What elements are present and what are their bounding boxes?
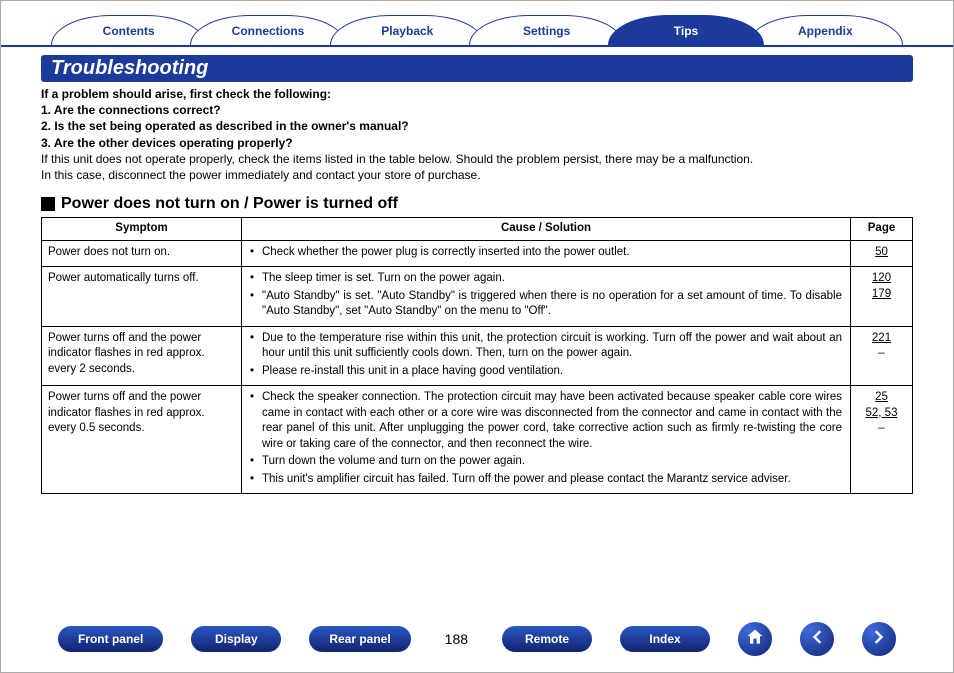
top-tab-bar: Contents Connections Playback Settings T… <box>1 1 953 47</box>
symptom-cell: Power turns off and the power indicator … <box>42 386 242 494</box>
section-title-bar: Troubleshooting <box>41 55 913 82</box>
button-label: Rear panel <box>329 632 390 646</box>
page-link[interactable]: 179 <box>857 287 906 303</box>
col-header-cause: Cause / Solution <box>242 218 851 241</box>
intro-check-2: 2. Is the set being operated as describe… <box>41 118 913 134</box>
cause-text: Check the speaker connection. The protec… <box>262 390 842 452</box>
cause-bullet: •Please re-install this unit in a place … <box>250 364 842 380</box>
cause-cell: •The sleep timer is set. Turn on the pow… <box>242 267 851 327</box>
table-row: Power turns off and the power indicator … <box>42 386 913 494</box>
tab-label: Appendix <box>798 24 853 38</box>
symptom-cell: Power turns off and the power indicator … <box>42 326 242 386</box>
cause-cell: •Check whether the power plug is correct… <box>242 240 851 267</box>
cause-text: Due to the temperature rise within this … <box>262 331 842 362</box>
cause-bullet: •Due to the temperature rise within this… <box>250 331 842 362</box>
tab-label: Contents <box>103 24 155 38</box>
page-cell: 2552, 53– <box>851 386 913 494</box>
intro-check-1: 1. Are the connections correct? <box>41 102 913 118</box>
cause-text: "Auto Standby" is set. "Auto Standby" is… <box>262 289 842 320</box>
troubleshooting-table: Symptom Cause / Solution Page Power does… <box>41 217 913 494</box>
page-number: 188 <box>439 631 474 647</box>
intro-para-2: In this case, disconnect the power immed… <box>41 167 913 183</box>
button-label: Remote <box>525 632 569 646</box>
page-link[interactable]: 120 <box>857 271 906 287</box>
cause-cell: •Due to the temperature rise within this… <box>242 326 851 386</box>
section-title: Troubleshooting <box>51 57 208 79</box>
symptom-cell: Power does not turn on. <box>42 240 242 267</box>
symptom-cell: Power automatically turns off. <box>42 267 242 327</box>
cause-cell: •Check the speaker connection. The prote… <box>242 386 851 494</box>
home-button[interactable] <box>738 622 772 656</box>
bullet-dot-icon: • <box>250 454 258 470</box>
rear-panel-button[interactable]: Rear panel <box>309 626 410 652</box>
tab-contents[interactable]: Contents <box>51 15 206 45</box>
tab-label: Settings <box>523 24 570 38</box>
prev-page-button[interactable] <box>800 622 834 656</box>
home-icon <box>745 627 765 652</box>
square-bullet-icon <box>41 197 55 211</box>
col-header-symptom: Symptom <box>42 218 242 241</box>
col-header-page: Page <box>851 218 913 241</box>
tab-label: Tips <box>674 24 698 38</box>
front-panel-button[interactable]: Front panel <box>58 626 163 652</box>
intro-para-1: If this unit does not operate properly, … <box>41 151 913 167</box>
tab-connections[interactable]: Connections <box>190 15 345 45</box>
page-cell: 120179 <box>851 267 913 327</box>
bullet-dot-icon: • <box>250 390 258 452</box>
cause-bullet: •This unit's amplifier circuit has faile… <box>250 472 842 488</box>
button-label: Front panel <box>78 632 143 646</box>
tab-tips[interactable]: Tips <box>608 15 763 45</box>
table-row: Power turns off and the power indicator … <box>42 326 913 386</box>
page-dash: – <box>857 421 906 437</box>
page-link[interactable]: 52, 53 <box>857 406 906 422</box>
cause-bullet: •The sleep timer is set. Turn on the pow… <box>250 271 842 287</box>
cause-bullet: •Check whether the power plug is correct… <box>250 245 842 261</box>
bullet-dot-icon: • <box>250 289 258 320</box>
arrow-left-icon <box>807 627 827 652</box>
table-header-row: Symptom Cause / Solution Page <box>42 218 913 241</box>
page-cell: 50 <box>851 240 913 267</box>
bullet-dot-icon: • <box>250 245 258 261</box>
subheading: Power does not turn on / Power is turned… <box>41 195 913 213</box>
tab-playback[interactable]: Playback <box>330 15 485 45</box>
cause-bullet: •Turn down the volume and turn on the po… <box>250 454 842 470</box>
cause-bullet: •Check the speaker connection. The prote… <box>250 390 842 452</box>
cause-text: Check whether the power plug is correctl… <box>262 245 630 261</box>
display-button[interactable]: Display <box>191 626 281 652</box>
intro-lead: If a problem should arise, first check t… <box>41 86 913 102</box>
table-row: Power does not turn on. •Check whether th… <box>42 240 913 267</box>
page-link[interactable]: 50 <box>857 245 906 261</box>
button-label: Index <box>649 632 680 646</box>
intro-block: If a problem should arise, first check t… <box>41 86 913 183</box>
remote-button[interactable]: Remote <box>502 626 592 652</box>
tab-label: Playback <box>381 24 433 38</box>
page-link[interactable]: 25 <box>857 390 906 406</box>
arrow-right-icon <box>869 627 889 652</box>
page-dash: – <box>857 346 906 362</box>
cause-text: Turn down the volume and turn on the pow… <box>262 454 525 470</box>
cause-text: Please re-install this unit in a place h… <box>262 364 563 380</box>
tab-appendix[interactable]: Appendix <box>748 15 903 45</box>
page-link[interactable]: 221 <box>857 331 906 347</box>
bullet-dot-icon: • <box>250 364 258 380</box>
bullet-dot-icon: • <box>250 271 258 287</box>
bullet-dot-icon: • <box>250 472 258 488</box>
subheading-text: Power does not turn on / Power is turned… <box>61 195 398 213</box>
cause-bullet: •"Auto Standby" is set. "Auto Standby" i… <box>250 289 842 320</box>
intro-check-3: 3. Are the other devices operating prope… <box>41 135 913 151</box>
button-label: Display <box>215 632 258 646</box>
index-button[interactable]: Index <box>620 626 710 652</box>
footer-bar: Front panel Display Rear panel 188 Remot… <box>1 622 953 656</box>
cause-text: This unit's amplifier circuit has failed… <box>262 472 791 488</box>
tab-label: Connections <box>232 24 305 38</box>
tab-settings[interactable]: Settings <box>469 15 624 45</box>
bullet-dot-icon: • <box>250 331 258 362</box>
next-page-button[interactable] <box>862 622 896 656</box>
cause-text: The sleep timer is set. Turn on the powe… <box>262 271 505 287</box>
page-cell: 221– <box>851 326 913 386</box>
table-row: Power automatically turns off. •The sleep… <box>42 267 913 327</box>
